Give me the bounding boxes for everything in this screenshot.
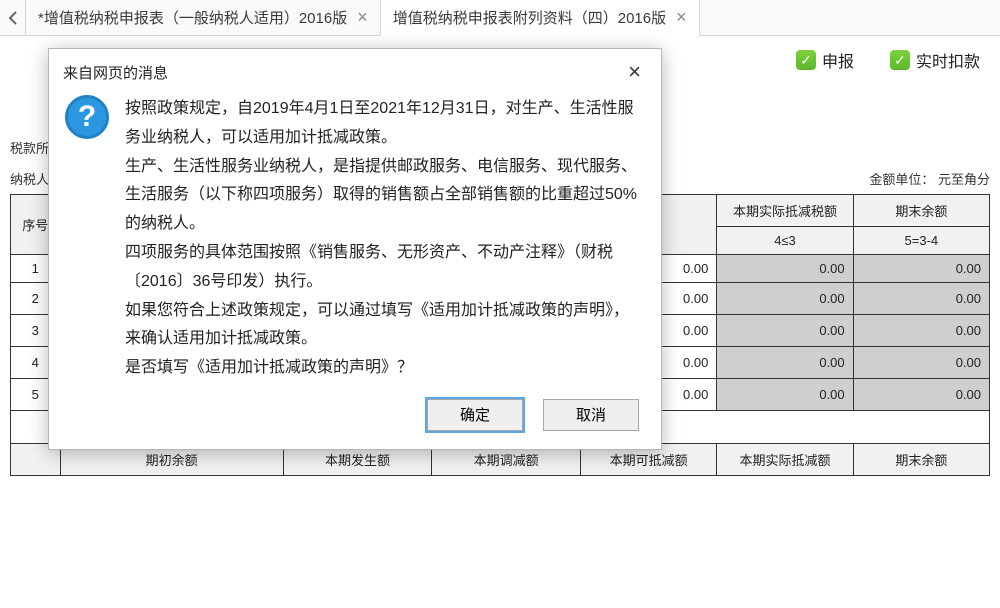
dialog-text: 按照政策规定，自2019年4月1日至2021年12月31日，对生产、生活性服务业… — [125, 95, 641, 383]
cancel-button[interactable]: 取消 — [543, 399, 639, 431]
confirm-dialog: 来自网页的消息 × ? 按照政策规定，自2019年4月1日至2021年12月31… — [48, 48, 662, 450]
amount-unit-label: 金额单位： 元至角分 — [869, 169, 990, 188]
check-icon: ✓ — [796, 50, 816, 70]
dialog-title: 来自网页的消息 — [63, 62, 168, 83]
tab-0-label: *增值税纳税申报表（一般纳税人适用）2016版 — [38, 7, 347, 28]
close-icon[interactable]: × — [622, 59, 647, 85]
cell-a3: 0.00 — [853, 347, 989, 379]
close-icon[interactable]: × — [676, 7, 687, 28]
ok-button[interactable]: 确定 — [427, 399, 523, 431]
th-sub-actual: 4≤3 — [717, 227, 853, 255]
realtime-label: 实时扣款 — [916, 48, 980, 72]
th-end: 期末余额 — [853, 195, 989, 227]
chevron-left-icon — [8, 11, 18, 25]
cell-a3: 0.00 — [853, 255, 989, 283]
check-icon: ✓ — [890, 50, 910, 70]
th-actual: 本期实际抵减税额 — [717, 195, 853, 227]
question-icon: ? — [65, 95, 109, 139]
tab-1[interactable]: 增值税纳税申报表附列资料（四）2016版 × — [381, 0, 700, 36]
cell-a2: 0.00 — [717, 315, 853, 347]
report-label: 申报 — [822, 48, 854, 72]
t2c5: 期末余额 — [853, 444, 989, 476]
th-sub-end: 5=3-4 — [853, 227, 989, 255]
tab-0[interactable]: *增值税纳税申报表（一般纳税人适用）2016版 × — [26, 0, 381, 36]
taxpayer-label: 纳税人 — [10, 169, 49, 188]
report-button[interactable]: ✓ 申报 — [788, 44, 862, 76]
cell-a2: 0.00 — [717, 283, 853, 315]
realtime-deduct-button[interactable]: ✓ 实时扣款 — [882, 44, 988, 76]
cell-a2: 0.00 — [717, 379, 853, 411]
tab-prev-button[interactable] — [0, 0, 26, 36]
t2c4: 本期实际抵减额 — [717, 444, 853, 476]
tab-1-label: 增值税纳税申报表附列资料（四）2016版 — [393, 7, 666, 28]
tax-period-label: 税款所 — [10, 138, 49, 157]
dialog-header: 来自网页的消息 × — [49, 49, 661, 85]
dialog-body: ? 按照政策规定，自2019年4月1日至2021年12月31日，对生产、生活性服… — [49, 85, 661, 391]
cell-a3: 0.00 — [853, 315, 989, 347]
cell-a3: 0.00 — [853, 283, 989, 315]
cell-a2: 0.00 — [717, 347, 853, 379]
close-icon[interactable]: × — [357, 7, 368, 28]
cell-a2: 0.00 — [717, 255, 853, 283]
cell-a3: 0.00 — [853, 379, 989, 411]
dialog-footer: 确定 取消 — [49, 391, 661, 449]
tabbar: *增值税纳税申报表（一般纳税人适用）2016版 × 增值税纳税申报表附列资料（四… — [0, 0, 1000, 36]
